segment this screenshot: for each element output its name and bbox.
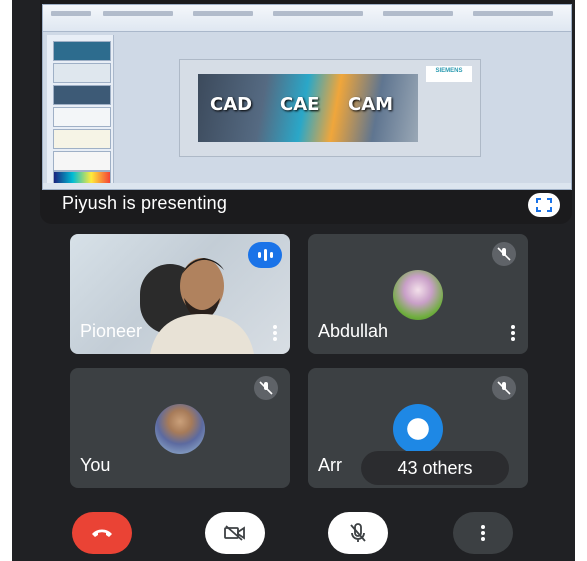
speaking-indicator: [248, 242, 282, 268]
more-options-button[interactable]: [453, 512, 513, 554]
participant-name: Abdullah: [318, 321, 389, 341]
phone-hangup-icon: [92, 529, 112, 537]
cad-cae-cam-banner: CAD CAE CAM: [198, 74, 418, 142]
participant-tile-abdullah[interactable]: Abdullah: [308, 234, 528, 354]
powerpoint-ribbon: [43, 5, 571, 32]
slide-word-cae: CAE: [280, 94, 320, 115]
fullscreen-button[interactable]: [528, 193, 560, 217]
presentation-panel[interactable]: CAD CAE CAM SIEMENS Piyush is presenting: [40, 0, 572, 224]
participant-name: You: [80, 455, 111, 475]
participant-tile-you[interactable]: You: [70, 368, 290, 488]
more-vertical-icon: [481, 525, 485, 541]
fullscreen-icon: [536, 198, 552, 212]
more-options-icon[interactable]: [510, 324, 516, 342]
camera-off-icon: [224, 525, 245, 541]
participant-tile-pioneer[interactable]: Pioneer: [70, 234, 290, 354]
mic-off-icon: [492, 242, 516, 266]
meet-call-screen: CAD CAE CAM SIEMENS Piyush is presenting: [12, 0, 575, 561]
more-options-icon[interactable]: [272, 324, 278, 342]
mic-off-icon: [350, 523, 366, 542]
others-count-badge[interactable]: 43 others: [361, 451, 509, 485]
presenter-label: Piyush is presenting: [62, 193, 228, 213]
avatar: [393, 404, 443, 454]
current-slide: CAD CAE CAM SIEMENS: [179, 59, 481, 157]
avatar: [393, 270, 443, 320]
participant-name: Pioneer: [80, 321, 143, 341]
slide-word-cam: CAM: [348, 94, 394, 115]
shared-screen: CAD CAE CAM SIEMENS: [42, 4, 572, 190]
mic-off-icon: [254, 376, 278, 400]
taskbar: [43, 183, 571, 189]
participant-name: Arr: [318, 455, 342, 475]
mic-off-icon: [492, 376, 516, 400]
microphone-toggle-button[interactable]: [328, 512, 388, 554]
end-call-button[interactable]: [72, 512, 132, 554]
siemens-logo: SIEMENS: [426, 66, 472, 82]
avatar: [155, 404, 205, 454]
slide-word-cad: CAD: [210, 94, 253, 115]
camera-toggle-button[interactable]: [205, 512, 265, 554]
slide-thumbnails: [47, 35, 114, 187]
